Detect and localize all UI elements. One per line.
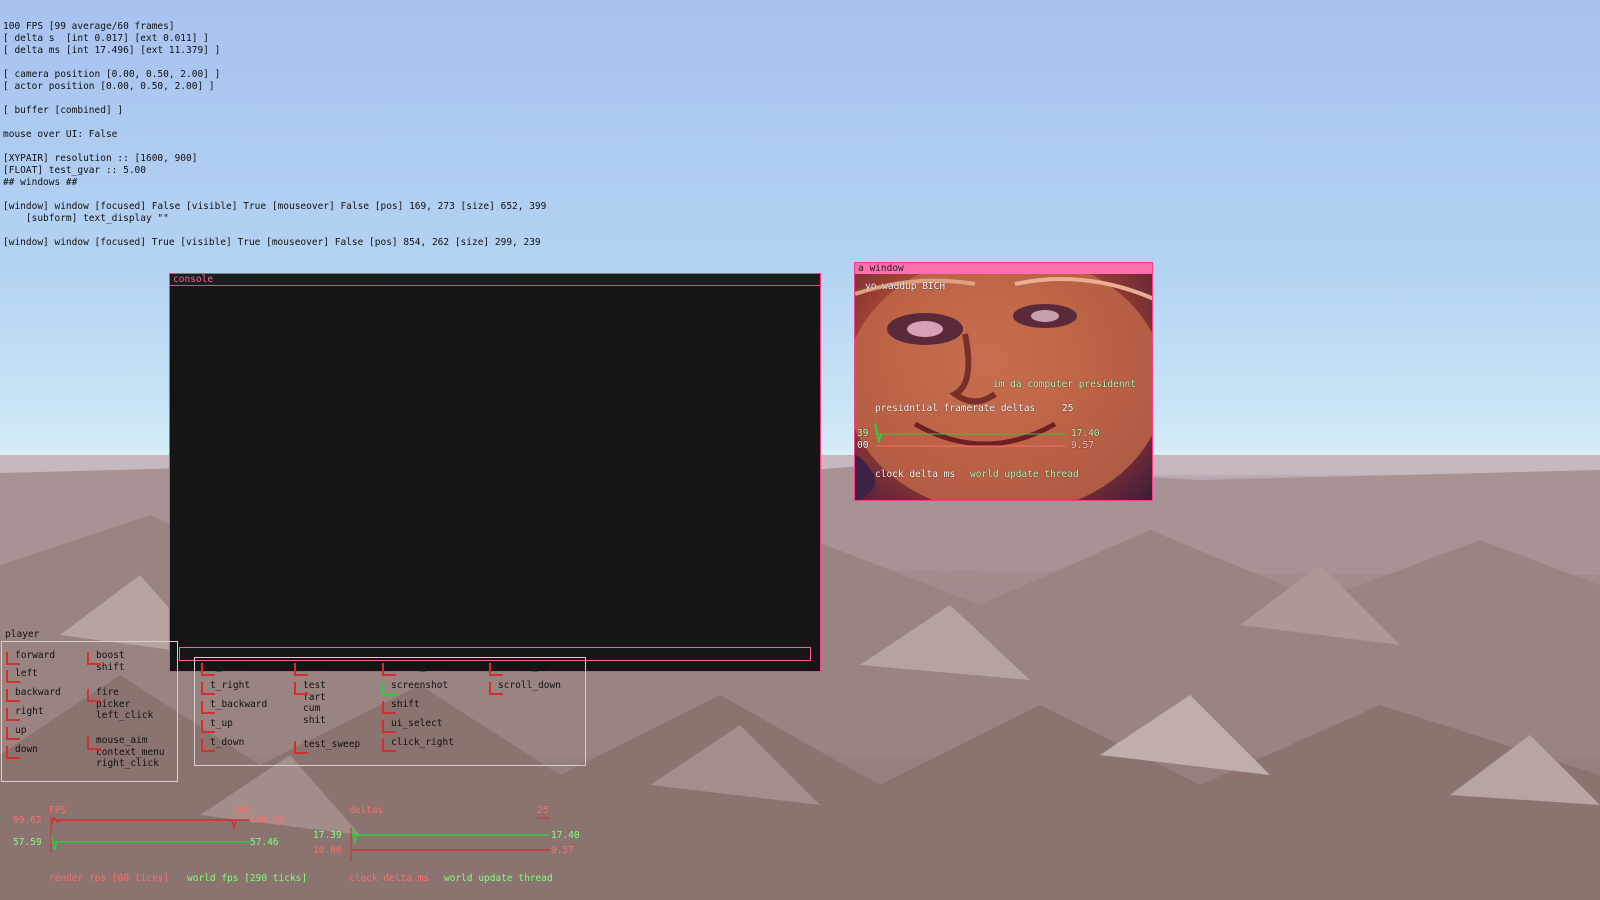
key-t-left[interactable]: t_left [197,661,244,676]
debug-line [3,225,546,237]
key-ui-select[interactable]: ui_select [378,718,442,733]
debug-overlay: 100 FPS [99 average/60 frames][ delta s … [3,21,546,249]
test-bindings-panel: t_left t_right t_backward t_up t_down do… [194,657,586,766]
deltas-graph-lines [350,817,550,862]
deltas-graph-left-top: 17.39 [313,830,342,841]
mini-graph-lines [874,422,1065,447]
key-scroll-down[interactable]: scroll_down [485,680,561,695]
key-t-right[interactable]: t_right [197,680,250,695]
key-fire[interactable]: fire picker left_click [83,687,153,722]
fps-graph-left-bottom: 57.59 [13,837,42,848]
deltas-graph-max: 25 [537,805,549,816]
key-test-sweep[interactable]: test_sweep [290,739,360,754]
key-down-2[interactable]: down [290,661,326,676]
player-panel-label: player [5,629,40,640]
key-forward[interactable]: forward [2,650,55,665]
image-window[interactable]: a window yo waddup BICH im da computer p… [854,262,1153,501]
fps-graph-right-bottom: 57.46 [250,837,279,848]
debug-line: mouse over UI: False [3,129,118,140]
debug-line: [ delta ms [int 17.496] [ext 11.379] ] [3,45,221,56]
fps-graph-title: FPS [49,805,67,816]
key-scroll-up[interactable]: scroll_up [485,661,549,676]
mini-graph-value-red: 9.57 [1071,440,1094,451]
fps-graph-right-top: 100.00 [250,815,285,826]
debug-line [3,57,546,69]
deltas-graph-left-bottom: 10.00 [313,845,342,856]
mini-legend-world: world update thread [970,469,1079,480]
fps-legend-world: world fps [290 ticks] [187,873,308,884]
key-screenshot[interactable]: screenshot [378,680,448,695]
debug-line: [XYPAIR] resolution :: [1600, 900] [3,153,198,164]
debug-line: [FLOAT] test_gvar :: 5.00 [3,165,146,176]
debug-line: [window] window [focused] False [visible… [3,201,547,212]
deltas-legend-clock: clock delta ms [349,873,430,884]
key-boost[interactable]: boost shift [83,650,125,673]
key-t-up[interactable]: t_up [197,718,233,733]
key-click-right[interactable]: click_right [378,737,454,752]
debug-line: [ buffer [combined] ] [3,105,124,116]
key-shift[interactable]: shift [378,699,420,714]
key-t-down[interactable]: t_down [197,737,244,752]
debug-line [3,141,546,153]
debug-line: [subform] text_display "" [3,213,169,224]
key-backward[interactable]: backward [2,687,61,702]
key-t-backward[interactable]: t_backward [197,699,267,714]
debug-line: [window] window [focused] True [visible]… [3,237,541,248]
mini-graph-value-green: 17.40 [1071,428,1100,439]
fps-graph-max: 100 [232,805,250,816]
debug-line: [ delta s [int 0.017] [ext 0.011] ] [3,33,209,44]
key-poopy-butt[interactable]: poopy_butt [378,661,448,676]
deltas-graph-title: deltas [349,805,384,816]
key-mouse-aim[interactable]: mouse_aim context_menu right_click [83,735,165,770]
player-bindings-panel: forward left backward right up down boos… [1,641,178,782]
debug-line: 100 FPS [99 average/60 frames] [3,21,175,32]
mini-legend-clock: clock delta ms [875,469,956,480]
fps-legend-render: render fps [60 ticks] [49,873,170,884]
debug-line: ## windows ## [3,177,78,188]
key-down[interactable]: down [2,744,38,759]
key-left[interactable]: left [2,668,38,683]
key-up[interactable]: up [2,725,26,740]
debug-line [3,117,546,129]
deltas-legend-world: world update thread [444,873,553,884]
console-window[interactable]: console [169,273,821,672]
key-right[interactable]: right [2,706,44,721]
debug-line: [ camera position [0.00, 0.50, 2.00] ] [3,69,221,80]
deltas-graph-right-bottom: 9.57 [551,845,574,856]
deltas-graph-right-top: 17.40 [551,830,580,841]
image-window-title: a window [855,263,1152,274]
debug-line [3,189,546,201]
fps-graph-left-top: 99.62 [13,815,42,826]
debug-line [3,93,546,105]
debug-line: [ actor position [0.00, 0.50, 2.00] ] [3,81,215,92]
key-test[interactable]: test fart cum shit [290,680,326,726]
console-title: console [170,274,820,286]
